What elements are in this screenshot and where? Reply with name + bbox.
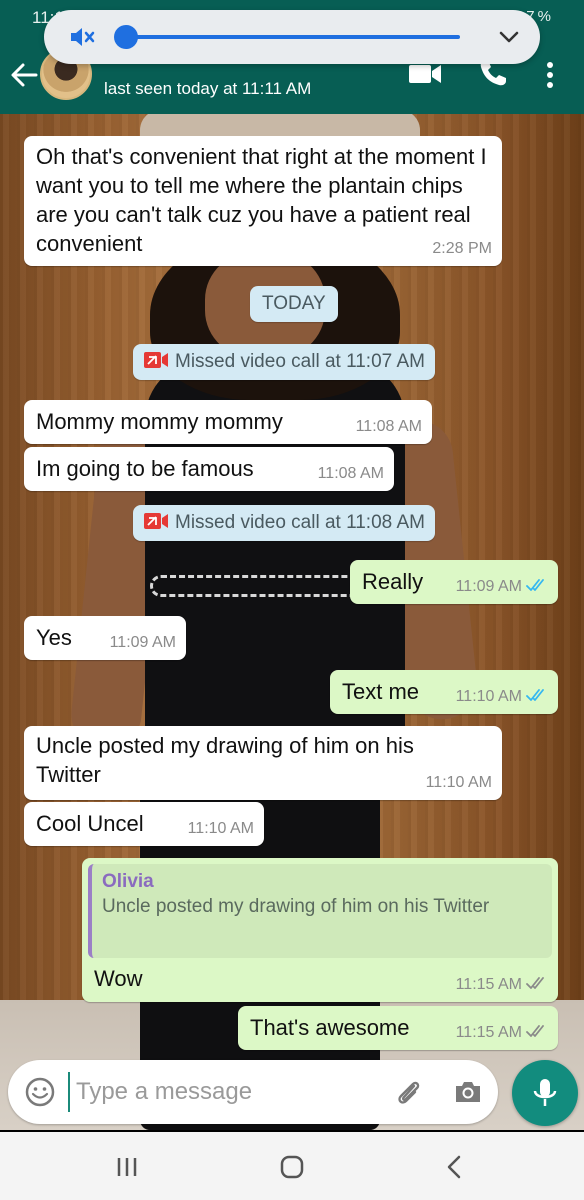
camera-icon[interactable]: [452, 1076, 484, 1108]
message-meta: 11:15 AM: [456, 1024, 548, 1042]
volume-slider-track[interactable]: [124, 35, 460, 39]
last-seen-status: last seen today at 11:11 AM: [104, 79, 312, 98]
message-incoming[interactable]: Uncle posted my drawing of him on his Tw…: [24, 726, 502, 800]
message-text: Uncle posted my drawing of him on his Tw…: [36, 733, 414, 787]
message-time: 11:10 AM: [187, 820, 254, 837]
message-text: Text me: [342, 679, 420, 704]
whatsapp-chat-screen: 11:12 87% Olivia last seen today at 11:1…: [0, 0, 584, 1200]
delivered-receipt-icon: [526, 1025, 544, 1037]
message-text: Wow: [94, 966, 143, 991]
message-time: 11:10 AM: [455, 688, 522, 705]
quoted-author: Olivia: [102, 871, 154, 892]
message-meta: 11:10 AM: [456, 688, 548, 706]
video-call-icon[interactable]: [408, 62, 442, 86]
message-outgoing-reply[interactable]: Olivia Uncle posted my drawing of him on…: [82, 858, 558, 1002]
message-text: Oh that's convenient that right at the m…: [36, 144, 487, 256]
message-time: 11:15 AM: [455, 976, 522, 993]
message-text: That's awesome: [250, 1015, 410, 1040]
volume-panel: [44, 10, 540, 64]
mute-icon[interactable]: [68, 24, 96, 50]
message-meta: 11:09 AM: [456, 578, 548, 596]
nav-back-icon[interactable]: [440, 1152, 470, 1182]
message-composer: [8, 1060, 498, 1124]
message-time: 11:08 AM: [355, 418, 422, 435]
date-divider: TODAY: [250, 286, 338, 322]
message-text: Yes: [36, 625, 72, 650]
missed-call-notice[interactable]: Missed video call at 11:07 AM: [133, 344, 435, 380]
missed-call-notice[interactable]: Missed video call at 11:08 AM: [133, 505, 435, 541]
message-incoming[interactable]: Yes 11:09 AM: [24, 616, 186, 660]
message-input[interactable]: [68, 1072, 388, 1112]
voice-message-button[interactable]: [512, 1060, 578, 1126]
message-outgoing[interactable]: That's awesome 11:15 AM: [238, 1006, 558, 1050]
message-time: 11:08 AM: [317, 465, 384, 482]
chevron-down-icon[interactable]: [498, 28, 520, 46]
quoted-message[interactable]: Olivia Uncle posted my drawing of him on…: [88, 864, 552, 958]
message-time: 11:09 AM: [455, 578, 522, 595]
message-list[interactable]: Oh that's convenient that right at the m…: [0, 114, 584, 1054]
message-time: 11:10 AM: [425, 774, 492, 791]
read-receipt-icon: [526, 579, 544, 591]
date-label: TODAY: [262, 293, 326, 314]
read-receipt-icon: [526, 689, 544, 701]
attach-icon[interactable]: [392, 1076, 424, 1108]
home-icon[interactable]: [277, 1152, 307, 1182]
message-incoming[interactable]: Cool Uncel 11:10 AM: [24, 802, 264, 846]
message-text: Cool Uncel: [36, 811, 144, 836]
message-text: Really: [362, 569, 424, 594]
missed-video-call-icon: [144, 513, 168, 529]
missed-call-text: Missed video call at 11:08 AM: [175, 512, 425, 533]
message-outgoing[interactable]: Text me 11:10 AM: [330, 670, 558, 714]
back-arrow-icon[interactable]: [10, 62, 38, 88]
recent-apps-icon[interactable]: [112, 1152, 142, 1182]
message-time: 11:15 AM: [455, 1024, 522, 1041]
message-text: Im going to be famous: [36, 456, 254, 481]
system-navigation-bar: [0, 1132, 584, 1200]
overflow-menu-icon[interactable]: [546, 62, 554, 88]
message-meta: 11:15 AM: [456, 976, 548, 994]
volume-slider-knob[interactable]: [114, 25, 138, 49]
message-time: 2:28 PM: [432, 240, 492, 257]
message-text: Mommy mommy mommy: [36, 409, 283, 434]
missed-call-text: Missed video call at 11:07 AM: [175, 351, 425, 372]
delivered-receipt-icon: [526, 977, 544, 989]
emoji-icon[interactable]: [24, 1076, 56, 1108]
message-time: 11:09 AM: [109, 634, 176, 651]
missed-video-call-icon: [144, 352, 168, 368]
message-incoming[interactable]: Mommy mommy mommy 11:08 AM: [24, 400, 432, 444]
message-outgoing[interactable]: Really 11:09 AM: [350, 560, 558, 604]
quoted-text: Uncle posted my drawing of him on his Tw…: [102, 896, 490, 917]
message-incoming[interactable]: Oh that's convenient that right at the m…: [24, 136, 502, 266]
mic-icon: [533, 1079, 557, 1106]
message-incoming[interactable]: Im going to be famous 11:08 AM: [24, 447, 394, 491]
